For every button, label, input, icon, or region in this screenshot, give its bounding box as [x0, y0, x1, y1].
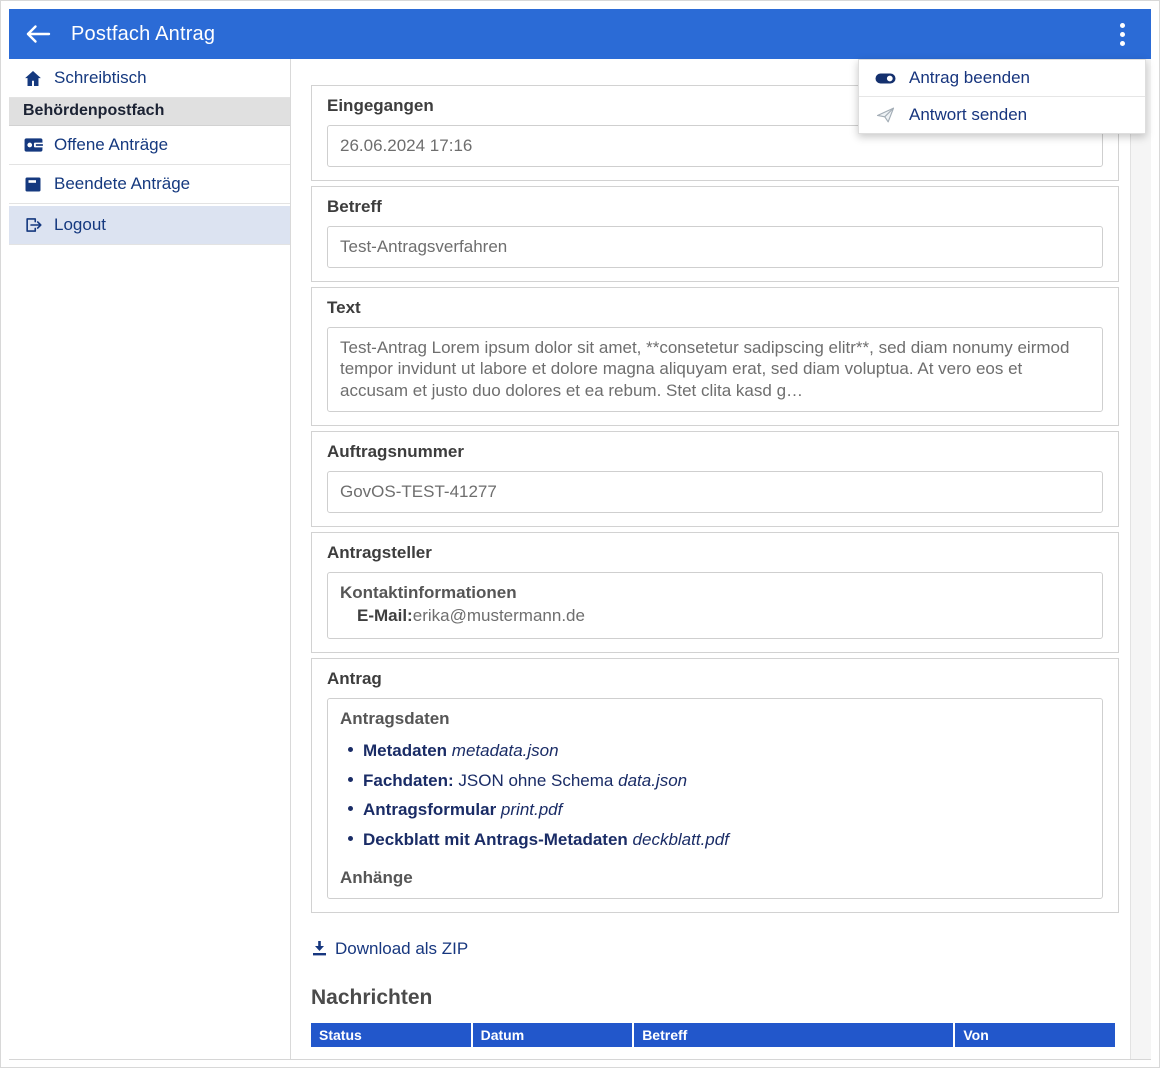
- message-row[interactable]: Empfangen 26.06.2024 17:16 Test-Antragsv…: [311, 1047, 1115, 1059]
- kebab-dot-icon: [1120, 32, 1125, 37]
- sidebar-item-label: Logout: [54, 215, 106, 235]
- messages-heading: Nachrichten: [311, 986, 1119, 1010]
- app-window: Postfach Antrag Schreibtisch Behördenpos…: [9, 9, 1151, 1061]
- column-header-datum: Datum: [473, 1023, 633, 1047]
- messages-table: Status Datum Betreff Von Empfangen 26.06…: [309, 1023, 1117, 1059]
- archive-icon: [23, 177, 43, 192]
- message-datum: 26.06.2024 17:16: [473, 1047, 633, 1059]
- sidebar-section-behoerdenpostfach: Behördenpostfach: [9, 98, 290, 126]
- message-status-cell: Empfangen: [311, 1047, 471, 1059]
- list-item-fachdaten[interactable]: Fachdaten: JSON ohne Schema data.json: [346, 770, 1090, 792]
- panel-text: Text Test-Antrag Lorem ipsum dolor sit a…: [311, 287, 1119, 426]
- field-label-betreff: Betreff: [327, 197, 1103, 217]
- sidebar-item-label: Beendete Anträge: [54, 174, 190, 194]
- scrollbar-track[interactable]: [1130, 59, 1151, 1059]
- panel-betreff: Betreff Test-Antragsverfahren: [311, 186, 1119, 282]
- download-zip-link[interactable]: Download als ZIP: [313, 939, 468, 959]
- menu-item-label: Antwort senden: [909, 105, 1027, 125]
- column-header-von: Von: [955, 1023, 1115, 1047]
- appbar: Postfach Antrag: [9, 9, 1151, 59]
- main-content: Eingegangen 26.06.2024 17:16 Betreff Tes…: [291, 59, 1130, 1059]
- panel-auftragsnummer: Auftragsnummer GovOS-TEST-41277: [311, 431, 1119, 527]
- anhaenge-heading: Anhänge: [340, 867, 1090, 889]
- list-item-antragsformular[interactable]: Antragsformular print.pdf: [346, 799, 1090, 821]
- message-subject: Test-Antragsverfahren: [642, 1053, 945, 1059]
- list-item-deckblatt[interactable]: Deckblatt mit Antrags-Metadaten deckblat…: [346, 829, 1090, 851]
- page-title: Postfach Antrag: [71, 23, 215, 46]
- field-value-betreff: Test-Antragsverfahren: [327, 226, 1103, 268]
- sidebar-item-schreibtisch[interactable]: Schreibtisch: [9, 59, 290, 98]
- field-value-text: Test-Antrag Lorem ipsum dolor sit amet, …: [327, 327, 1103, 412]
- sidebar-item-label: Schreibtisch: [54, 68, 147, 88]
- menu-item-label: Antrag beenden: [909, 68, 1030, 88]
- column-header-betreff: Betreff: [634, 1023, 953, 1047]
- column-header-status: Status: [311, 1023, 471, 1047]
- field-label-antrag: Antrag: [327, 669, 1103, 689]
- field-label-antragsteller: Antragsteller: [327, 543, 1103, 563]
- antrag-box: Antragsdaten Metadaten metadata.json Fac…: [327, 698, 1103, 899]
- list-item-metadaten[interactable]: Metadaten metadata.json: [346, 740, 1090, 762]
- kebab-dot-icon: [1120, 23, 1125, 28]
- field-value-auftragsnummer: GovOS-TEST-41277: [327, 471, 1103, 513]
- back-button[interactable]: [25, 23, 51, 45]
- menu-item-antwort-senden[interactable]: Antwort senden: [859, 97, 1145, 133]
- sidebar-item-beendete-antraege[interactable]: Beendete Anträge: [9, 165, 290, 204]
- home-icon: [23, 70, 43, 87]
- kontaktinformationen-heading: Kontaktinformationen: [340, 582, 1090, 604]
- back-arrow-icon: [25, 23, 51, 45]
- panel-antragsteller: Antragsteller Kontaktinformationen E-Mai…: [311, 532, 1119, 654]
- field-label-text: Text: [327, 298, 1103, 318]
- email-label: E-Mail:: [357, 606, 413, 625]
- email-value: erika@mustermann.de: [413, 606, 585, 625]
- message-betreff-cell: Test-Antragsverfahren 2 Anlagen: Antrags…: [634, 1047, 953, 1059]
- kebab-dropdown-menu: Antrag beenden Antwort senden: [858, 59, 1146, 134]
- field-label-auftragsnummer: Auftragsnummer: [327, 442, 1103, 462]
- antragsdaten-list: Metadaten metadata.json Fachdaten: JSON …: [346, 740, 1090, 851]
- send-icon: [875, 107, 896, 123]
- antragsteller-box: Kontaktinformationen E-Mail:erika@muster…: [327, 572, 1103, 640]
- download-icon: [313, 941, 326, 956]
- antragsdaten-heading: Antragsdaten: [340, 708, 1090, 730]
- content-row: Schreibtisch Behördenpostfach Offene Ant…: [9, 59, 1151, 1060]
- toggle-icon: [875, 73, 896, 84]
- email-line: E-Mail:erika@mustermann.de: [357, 605, 1090, 627]
- sidebar-item-label: Offene Anträge: [54, 135, 168, 155]
- inbox-open-icon: [23, 137, 43, 153]
- panel-antrag: Antrag Antragsdaten Metadaten metadata.j…: [311, 658, 1119, 913]
- message-von: Peter Melichar: [955, 1047, 1115, 1059]
- sidebar-item-logout[interactable]: Logout: [9, 204, 290, 245]
- sidebar-item-offene-antraege[interactable]: Offene Anträge: [9, 126, 290, 165]
- menu-item-antrag-beenden[interactable]: Antrag beenden: [859, 60, 1145, 97]
- sidebar: Schreibtisch Behördenpostfach Offene Ant…: [9, 59, 291, 1059]
- kebab-menu-button[interactable]: [1112, 17, 1133, 52]
- download-zip-label: Download als ZIP: [335, 939, 468, 959]
- table-header-row: Status Datum Betreff Von: [311, 1023, 1115, 1047]
- logout-icon: [23, 216, 43, 234]
- kebab-dot-icon: [1120, 41, 1125, 46]
